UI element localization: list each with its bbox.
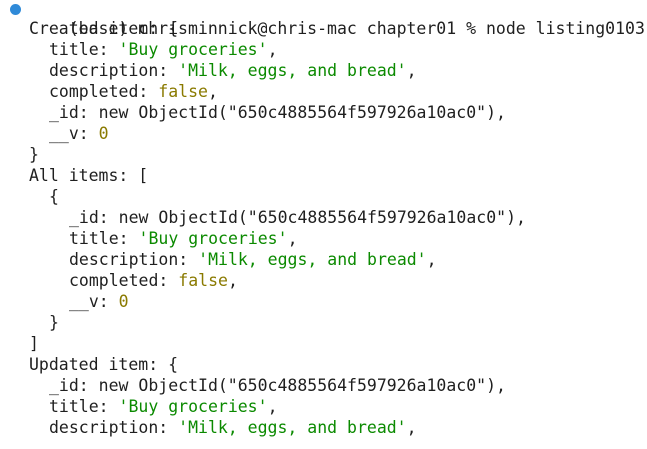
all-items-completed-line: completed: false, <box>69 271 238 290</box>
all-items-header: All items: [ <box>29 166 149 185</box>
created-description-line: description: 'Milk, eggs, and bread', <box>49 61 417 80</box>
created-id-line: _id: new ObjectId("650c4885564f597926a10… <box>49 103 506 122</box>
prompt-line: (base) chrisminnick@chris-mac chapter01 … <box>0 0 647 38</box>
created-title-line: title: 'Buy groceries', <box>49 40 278 59</box>
all-items-title-line: title: 'Buy groceries', <box>69 229 298 248</box>
updated-item-header: Updated item: { <box>29 355 179 374</box>
created-item-header: Created item: { <box>29 19 179 38</box>
command-status-dot[interactable] <box>10 4 21 15</box>
updated-description-line: description: 'Milk, eggs, and bread', <box>49 418 417 437</box>
created-completed-line: completed: false, <box>49 82 218 101</box>
terminal-output: (base) chrisminnick@chris-mac chapter01 … <box>0 0 647 438</box>
all-items-id-line: _id: new ObjectId("650c4885564f597926a10… <box>69 208 526 227</box>
all-items-close-brace: } <box>49 313 59 332</box>
all-items-close-bracket: ] <box>29 334 39 353</box>
created-close-brace: } <box>29 145 39 164</box>
all-items-description-line: description: 'Milk, eggs, and bread', <box>69 250 437 269</box>
updated-title-line: title: 'Buy groceries', <box>49 397 278 416</box>
all-items-version-line: __v: 0 <box>69 292 129 311</box>
all-items-open-brace: { <box>49 187 59 206</box>
created-version-line: __v: 0 <box>49 124 109 143</box>
updated-id-line: _id: new ObjectId("650c4885564f597926a10… <box>49 376 506 395</box>
